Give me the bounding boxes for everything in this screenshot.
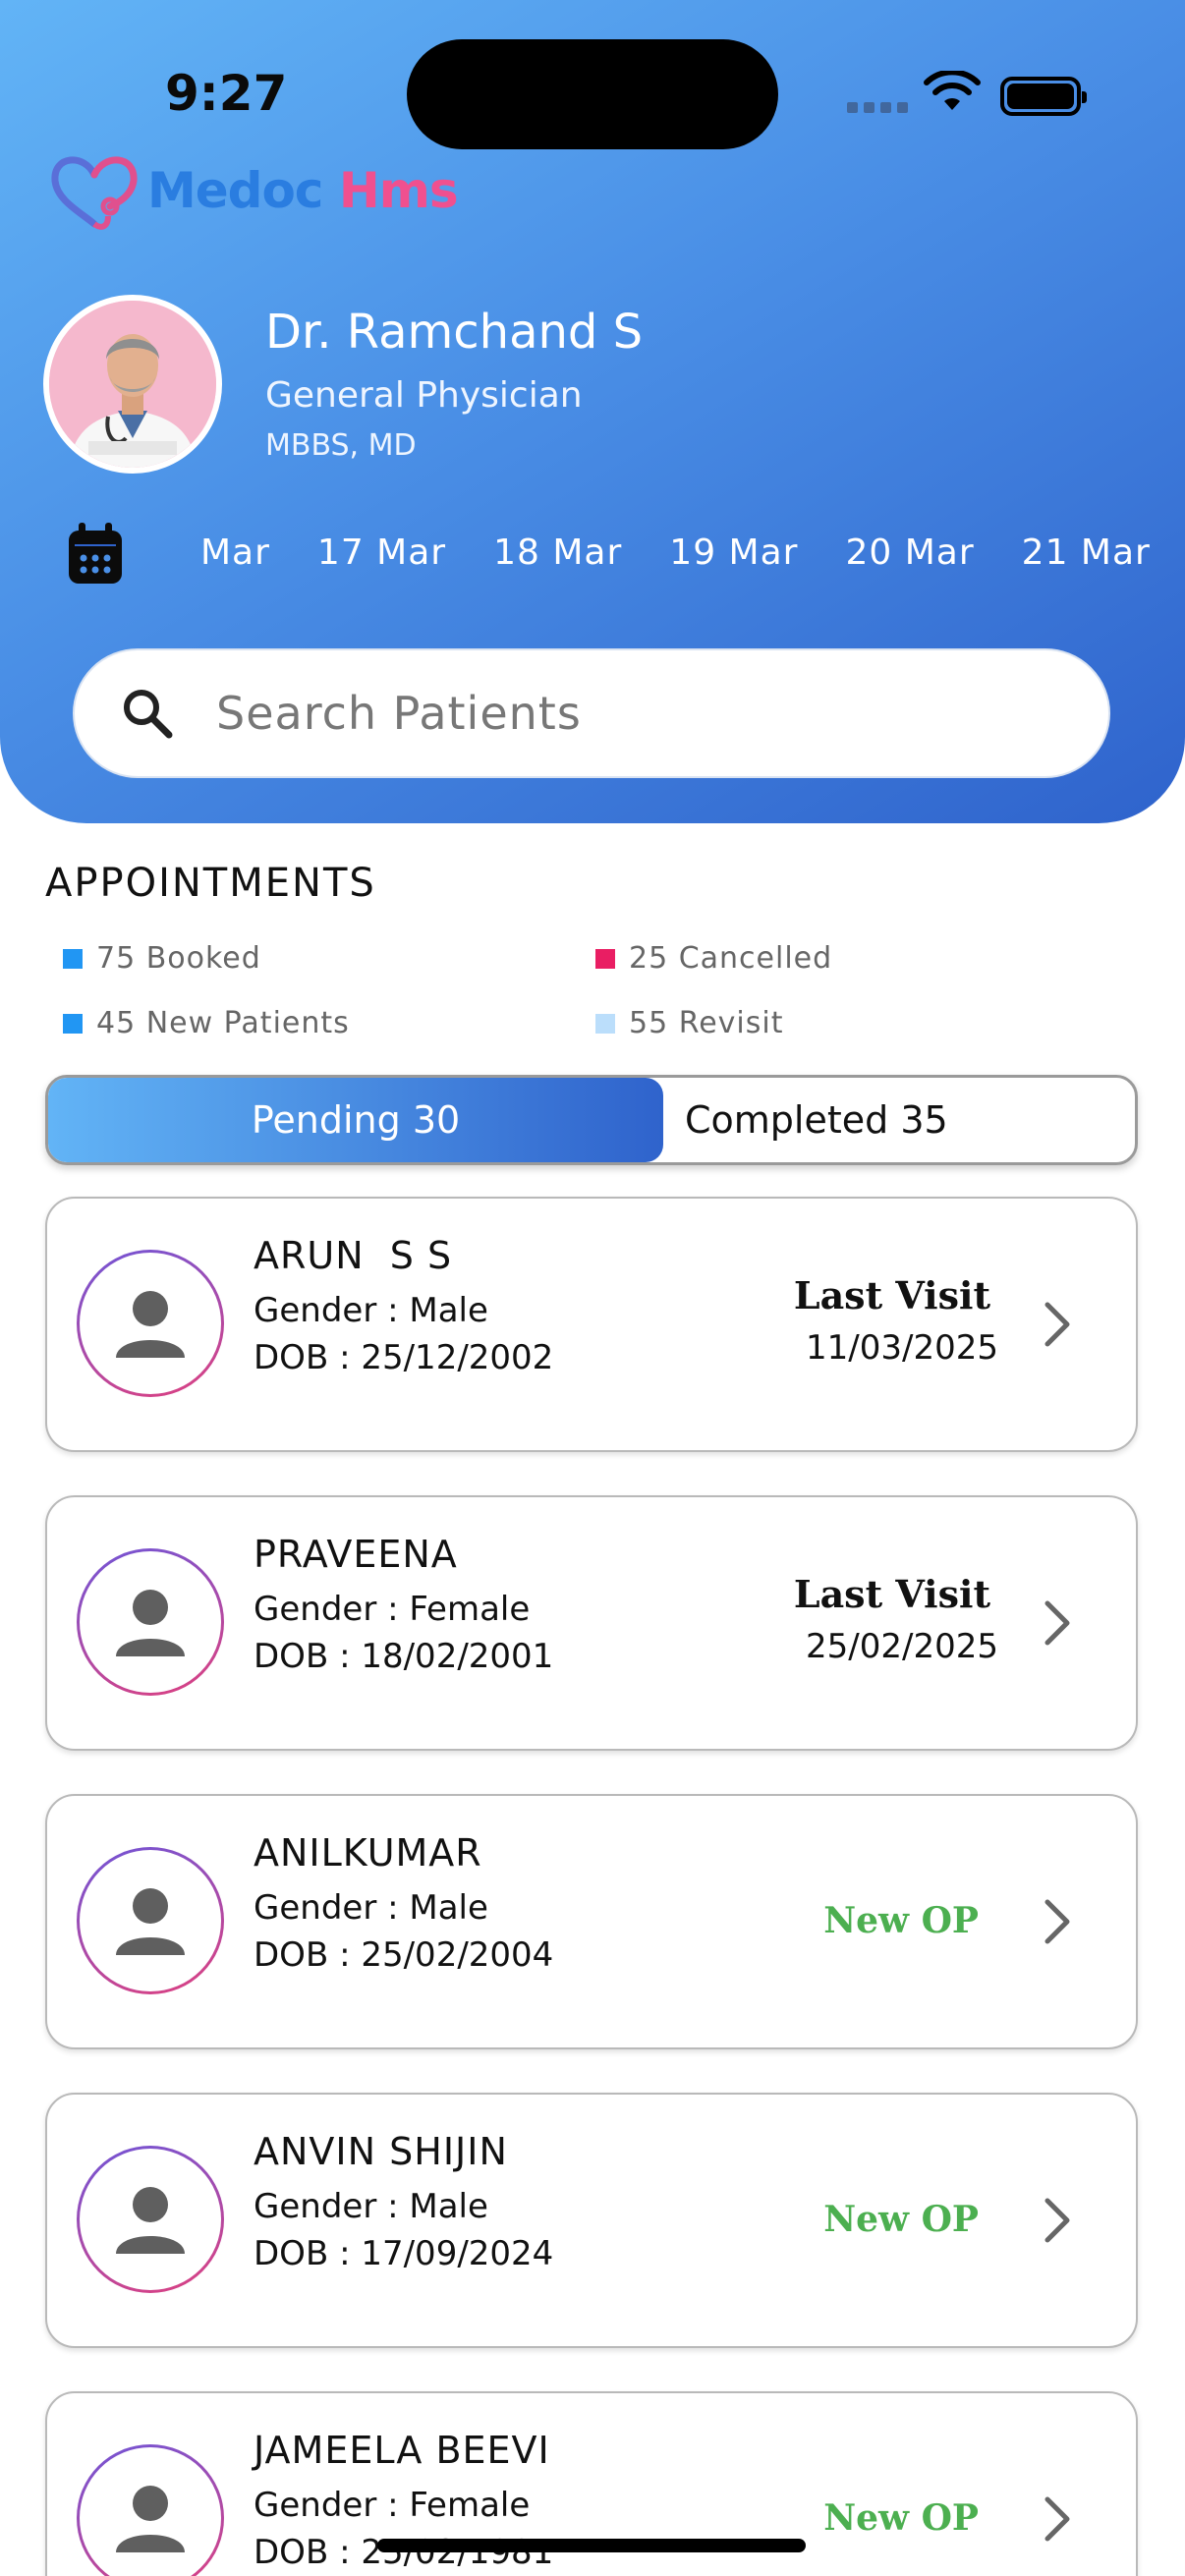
patient-gender: Gender : Female <box>254 2486 531 2525</box>
chevron-right-icon[interactable] <box>1038 1596 1077 1651</box>
tab-completed[interactable]: Completed 35 <box>663 1078 1135 1162</box>
logo-text-hms: Hms <box>338 162 459 219</box>
person-icon <box>116 1590 185 1656</box>
patient-name: JAMEELA BEEVI <box>254 2429 550 2472</box>
stethoscope-heart-icon <box>51 156 138 230</box>
chevron-right-icon[interactable] <box>1038 1297 1077 1352</box>
patient-card[interactable]: ARUN S S Gender : Male DOB : 25/12/2002 … <box>45 1197 1138 1452</box>
patient-card[interactable]: ANILKUMAR Gender : Male DOB : 25/02/2004… <box>45 1794 1138 2049</box>
calendar-icon[interactable] <box>67 523 124 586</box>
legend-swatch <box>63 948 83 969</box>
last-visit-date: 11/03/2025 <box>806 1328 998 1368</box>
legend-cancelled: 25 Cancelled <box>595 941 832 976</box>
app-logo: Medoc Hms <box>45 145 459 236</box>
date-item[interactable]: 17 Mar <box>317 532 446 573</box>
search-bar[interactable] <box>73 648 1110 778</box>
date-item[interactable]: 19 Mar <box>669 532 798 573</box>
patient-dob: DOB : 25/02/2004 <box>254 1935 554 1975</box>
chevron-right-icon[interactable] <box>1038 1894 1077 1949</box>
patient-name: PRAVEENA <box>254 1533 458 1576</box>
legend-swatch <box>63 1013 83 1034</box>
doctor-name: Dr. Ramchand S <box>265 305 644 360</box>
date-item[interactable]: 20 Mar <box>845 532 974 573</box>
patient-gender: Gender : Male <box>254 1888 488 1928</box>
last-visit-label: Last Visit <box>793 1572 990 1616</box>
header: 9:27 Medoc Hms Dr. Ramchand S General Ph… <box>0 0 1185 823</box>
legend-revisit: 55 Revisit <box>595 1006 783 1040</box>
appointments-title: APPOINTMENTS <box>45 861 376 906</box>
patient-avatar <box>77 1548 224 1696</box>
person-icon <box>116 2486 185 2552</box>
cellular-signal-icon <box>847 102 908 113</box>
new-op-badge: New OP <box>823 1900 979 1941</box>
patient-gender: Gender : Male <box>254 2187 488 2226</box>
patient-name: ANILKUMAR <box>254 1831 482 1875</box>
home-indicator[interactable] <box>377 2539 806 2552</box>
doctor-qualification: MBBS, MD <box>265 428 417 463</box>
legend-label: 55 Revisit <box>629 1006 784 1040</box>
legend-label: 45 New Patients <box>96 1006 350 1040</box>
logo-text: Medoc Hms <box>147 162 459 219</box>
patient-avatar <box>77 2146 224 2293</box>
patient-dob: DOB : 18/02/2001 <box>254 1637 554 1676</box>
logo-text-medoc: Medoc <box>147 162 323 219</box>
legend-swatch <box>595 1013 615 1034</box>
appointment-status-toggle: Pending 30 Completed 35 <box>45 1075 1138 1165</box>
dynamic-island <box>407 39 778 149</box>
patient-dob: DOB : 25/12/2002 <box>254 1338 554 1377</box>
date-item[interactable]: Mar <box>200 532 270 573</box>
patient-card[interactable]: ANVIN SHIJIN Gender : Male DOB : 17/09/2… <box>45 2093 1138 2348</box>
status-time: 9:27 <box>165 65 288 122</box>
patient-avatar <box>77 1847 224 1994</box>
legend-label: 25 Cancelled <box>629 941 833 976</box>
last-visit-date: 25/02/2025 <box>806 1627 998 1666</box>
legend-label: 75 Booked <box>96 941 261 976</box>
doctor-photo <box>49 301 216 468</box>
person-icon <box>116 1888 185 1955</box>
new-op-badge: New OP <box>823 2199 979 2240</box>
date-strip: Mar 17 Mar 18 Mar 19 Mar 20 Mar 21 Mar <box>200 532 1185 573</box>
battery-icon <box>1000 77 1087 116</box>
wifi-icon <box>924 71 981 110</box>
chevron-right-icon[interactable] <box>1038 2492 1077 2547</box>
date-item[interactable]: 18 Mar <box>493 532 622 573</box>
patient-avatar <box>77 2444 224 2576</box>
search-input[interactable] <box>216 687 1022 740</box>
patient-gender: Gender : Male <box>254 1291 488 1330</box>
search-icon <box>124 690 173 739</box>
date-item[interactable]: 21 Mar <box>1022 532 1151 573</box>
patient-name: ARUN S S <box>254 1234 453 1277</box>
patient-dob: DOB : 17/09/2024 <box>254 2234 554 2273</box>
doctor-specialty: General Physician <box>265 375 583 416</box>
legend-swatch <box>595 948 615 969</box>
tab-pending[interactable]: Pending 30 <box>48 1078 663 1162</box>
chevron-right-icon[interactable] <box>1038 2193 1077 2248</box>
patient-card[interactable]: PRAVEENA Gender : Female DOB : 18/02/200… <box>45 1495 1138 1751</box>
patient-gender: Gender : Female <box>254 1590 531 1629</box>
legend-new-patients: 45 New Patients <box>63 1006 350 1040</box>
last-visit-label: Last Visit <box>793 1273 990 1317</box>
patient-list: ARUN S S Gender : Male DOB : 25/12/2002 … <box>45 1197 1138 2576</box>
person-icon <box>116 1291 185 1358</box>
new-op-badge: New OP <box>823 2497 979 2539</box>
patient-name: ANVIN SHIJIN <box>254 2130 508 2173</box>
person-icon <box>116 2187 185 2254</box>
legend-booked: 75 Booked <box>63 941 261 976</box>
patient-avatar <box>77 1250 224 1397</box>
doctor-avatar[interactable] <box>43 295 222 474</box>
